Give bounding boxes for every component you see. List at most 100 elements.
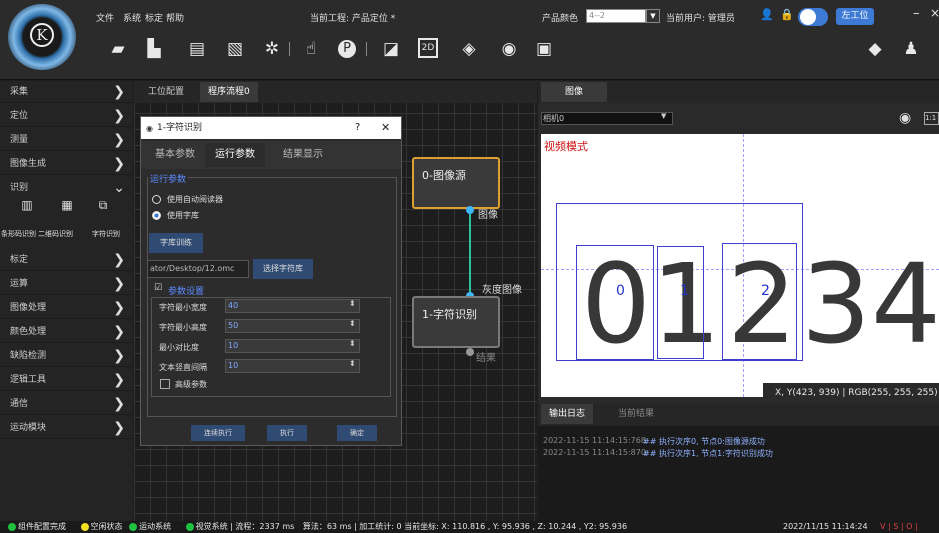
user-icon[interactable]: 👤	[760, 8, 774, 21]
tab-basic-params[interactable]: 基本参数	[145, 143, 205, 167]
sidebar-item-comm[interactable]: 通信 ❯	[0, 393, 133, 415]
tool-ocr[interactable]: 字符识别	[92, 229, 120, 239]
alert-icon[interactable]: ◆	[864, 38, 886, 60]
radio-font-library[interactable]	[152, 211, 161, 220]
sidebar-item-recognize[interactable]: 识别 ⌄	[0, 177, 133, 199]
camera-select[interactable]: 相机0	[541, 112, 673, 125]
sidebar-item-logic[interactable]: 逻辑工具 ❯	[0, 369, 133, 391]
folder-icon[interactable]: ▰	[107, 38, 129, 60]
workstation-toggle[interactable]	[798, 8, 828, 26]
settings-icon[interactable]: ✲	[261, 38, 283, 60]
tab-result-display[interactable]: 结果显示	[273, 143, 333, 167]
spinner-icon[interactable]: ⬍	[349, 339, 356, 348]
tab-station-config[interactable]: 工位配置	[140, 82, 192, 102]
checkbox-icon[interactable]: ☑	[154, 283, 162, 293]
sidebar-item-compute[interactable]: 运算 ❯	[0, 273, 133, 295]
log-text: ## 执行次序1, 节点1:字符识别成功	[643, 449, 773, 458]
status-text: 组件配置完成	[18, 522, 66, 531]
p-icon[interactable]: P	[338, 40, 356, 58]
spinner-icon[interactable]: ⬍	[349, 299, 356, 308]
sidebar-item-measure[interactable]: 测量 ❯	[0, 129, 133, 151]
zoom-button[interactable]: 1:1	[924, 112, 939, 125]
status-flow: | 流程：2337 ms	[230, 522, 295, 531]
library-path-input[interactable]: ator/Desktop/12.omc	[147, 260, 249, 278]
min-char-height-input[interactable]: 50	[225, 319, 360, 333]
dialog-title: 1-字符识别	[141, 117, 401, 139]
chart-icon[interactable]: ◪	[380, 38, 402, 60]
sidebar-item-color-proc[interactable]: 颜色处理 ❯	[0, 321, 133, 343]
radio-font-library-label: 使用字库	[167, 211, 199, 220]
new-file-icon[interactable]: ▙	[143, 38, 165, 60]
digit: 4	[871, 240, 939, 368]
status-vision: 视觉系统	[185, 522, 228, 531]
sidebar-item-capture[interactable]: 采集 ❯	[0, 81, 133, 103]
char-index-label: 2	[761, 283, 770, 299]
node-ocr[interactable]: 1-字符识别	[412, 296, 500, 348]
advanced-checkbox[interactable]	[160, 379, 170, 389]
chevron-down-icon[interactable]: ▼	[646, 9, 660, 23]
min-contrast-input[interactable]: 10	[225, 339, 360, 353]
select-library-button[interactable]: 选择字符库	[253, 259, 313, 279]
tool-barcode[interactable]: 条形码识别	[1, 229, 36, 239]
3d-icon[interactable]: ◈	[458, 38, 480, 60]
save-icon[interactable]: ▤	[186, 38, 208, 60]
node-image-source[interactable]: 0-图像源	[412, 157, 500, 209]
user-settings-icon[interactable]: ♟	[900, 38, 922, 60]
port-result-out[interactable]	[466, 348, 474, 356]
top-bar: K 文件 系统 标定 帮助 当前工程: 产品定位 * 产品颜色 4--2 ▼ 当…	[0, 0, 939, 80]
tab-output-log[interactable]: 输出日志	[541, 404, 594, 424]
continuous-run-button[interactable]: 连续执行	[191, 425, 245, 441]
text-vertical-gap-input[interactable]: 10	[225, 359, 360, 373]
camera-icon[interactable]: ◉	[498, 38, 520, 60]
train-library-button[interactable]: 字库训练	[149, 233, 203, 253]
barcode-icon[interactable]: ▥	[16, 198, 38, 214]
sidebar-item-image-gen[interactable]: 图像生成 ❯	[0, 153, 133, 175]
run-button[interactable]: 执行	[267, 425, 307, 441]
sidebar-item-image-proc[interactable]: 图像处理 ❯	[0, 297, 133, 319]
sidebar-item-motion[interactable]: 运动模块 ❯	[0, 417, 133, 439]
status-config: 组件配置完成	[8, 522, 66, 531]
char-box-2	[722, 243, 797, 360]
ocr-icon[interactable]: ⧉	[92, 198, 114, 214]
2d-icon[interactable]: 2D	[418, 38, 438, 58]
minimize-icon[interactable]: –	[913, 6, 920, 21]
lock-icon[interactable]: 🔒	[780, 8, 794, 21]
param-label: 最小对比度	[159, 343, 199, 352]
sidebar-item-label: 图像处理	[10, 303, 47, 313]
sidebar-item-locate[interactable]: 定位 ❯	[0, 105, 133, 127]
tab-image[interactable]: 图像	[541, 82, 607, 102]
help-button[interactable]: ?	[355, 122, 360, 133]
sidebar-item-label: 测量	[10, 135, 29, 145]
sidebar-item-label: 定位	[10, 111, 29, 121]
tool-qrcode[interactable]: 二维码识别	[38, 229, 73, 239]
menu-help[interactable]: 帮助	[166, 11, 184, 24]
tab-program-flow[interactable]: 程序流程0	[200, 82, 258, 102]
tab-current-result[interactable]: 当前结果	[610, 404, 662, 424]
app-logo: K	[8, 4, 76, 70]
menu-file[interactable]: 文件	[96, 11, 114, 24]
sidebar-item-calibrate[interactable]: 标定 ❯	[0, 249, 133, 271]
close-icon[interactable]: ×	[930, 6, 939, 20]
ok-button[interactable]: 确定	[337, 425, 377, 441]
spinner-icon[interactable]: ⬍	[349, 319, 356, 328]
radio-auto-reader[interactable]	[152, 195, 161, 204]
eye-icon[interactable]: ◉	[899, 110, 911, 126]
tab-run-params[interactable]: 运行参数	[205, 143, 265, 167]
spinner-icon[interactable]: ⬍	[349, 359, 356, 368]
product-color-select[interactable]: 4--2	[586, 9, 646, 23]
group-title: 运行参数	[148, 172, 189, 185]
monitor-icon[interactable]: ▣	[533, 38, 555, 60]
qrcode-icon[interactable]: ▦	[56, 198, 78, 214]
save-as-icon[interactable]: ▧	[224, 38, 246, 60]
close-icon[interactable]: ✕	[381, 121, 390, 134]
menu-calibration[interactable]: 标定	[145, 11, 163, 24]
chevron-down-icon[interactable]: ▼	[661, 112, 666, 120]
min-char-width-input[interactable]: 40	[225, 299, 360, 313]
chevron-right-icon: ❯	[113, 372, 125, 388]
touch-icon[interactable]: ☝	[300, 38, 322, 60]
sidebar-item-defect[interactable]: 缺陷检测 ❯	[0, 345, 133, 367]
port-image-out[interactable]	[466, 206, 474, 214]
menu-system[interactable]: 系统	[123, 11, 141, 24]
image-view[interactable]: 视频模式 0 1 2 3 4 0 1 2	[541, 134, 939, 397]
workstation-button[interactable]: 左工位	[836, 8, 874, 25]
